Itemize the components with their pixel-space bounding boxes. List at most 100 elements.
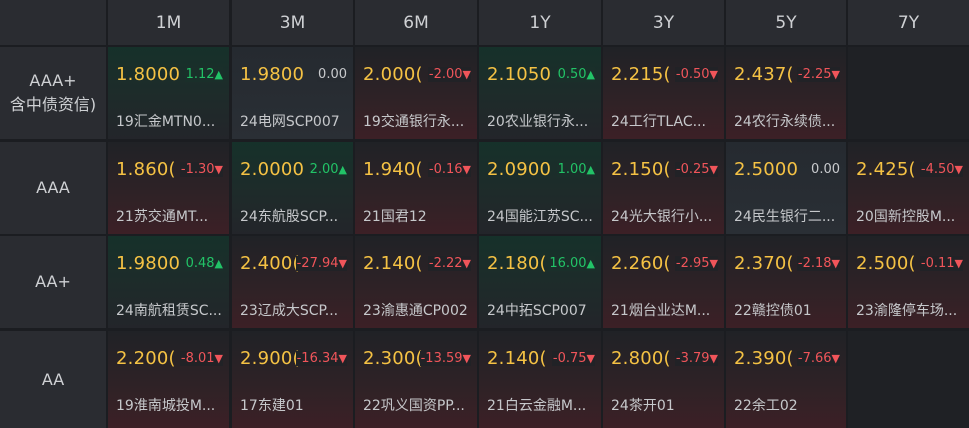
bond-name: 24电网SCP007 <box>240 114 340 130</box>
bond-name: 23渝惠通CP002 <box>363 303 468 319</box>
change-number: -13.59 <box>420 351 463 366</box>
yield-cell[interactable]: 1.9800 0.48▲ 24南航租赁SC... <box>108 236 229 328</box>
change-value: -4.50▼ <box>919 162 963 177</box>
arrow-down-icon: ▼ <box>709 68 718 81</box>
yield-cell[interactable]: 2.0000 2.00▲ 24东航股SCP... <box>232 142 353 234</box>
change-value: -2.18▼ <box>796 256 840 271</box>
yield-cell[interactable]: 2.150(-0.25▼ 24光大银行小... <box>603 142 724 234</box>
yield-value: 1.8000 <box>116 64 181 85</box>
yield-value: 2.800( <box>611 348 671 369</box>
column-header-1m[interactable]: 1M <box>108 0 229 45</box>
yield-cell[interactable]: 2.425(-4.50▼ 20国新控股M... <box>848 142 969 234</box>
yield-cell[interactable]: 2.437(-2.25▼ 24农行永续债... <box>726 47 846 139</box>
row-label: AAA+ 含中债资信) <box>0 47 106 139</box>
change-value: 0.00 <box>317 67 347 82</box>
change-number: -0.50 <box>675 67 710 82</box>
bond-name: 22巩义国资PP... <box>363 398 465 414</box>
change-value: 0.48▲ <box>184 256 223 271</box>
arrow-down-icon: ▼ <box>709 257 718 270</box>
change-number: 2.00 <box>309 162 339 177</box>
yield-value: 2.000( <box>363 64 423 85</box>
yield-value: 2.300( <box>363 348 423 369</box>
yield-cell[interactable]: 2.300(-13.59▼ 22巩义国资PP... <box>355 331 477 428</box>
change-value: -13.59▼ <box>419 351 471 366</box>
yield-cell[interactable]: 1.8000 1.12▲ 19汇金MTN0... <box>108 47 229 139</box>
change-value: -27.94▼ <box>295 256 347 271</box>
change-value: -7.66▼ <box>796 351 840 366</box>
bond-name: 21烟台业达M... <box>611 303 711 319</box>
change-number: -2.95 <box>675 256 710 271</box>
column-header-3y[interactable]: 3Y <box>603 0 724 45</box>
bond-name: 17东建01 <box>240 398 304 414</box>
column-header-7y[interactable]: 7Y <box>848 0 969 45</box>
arrow-up-icon: ▲ <box>586 68 595 81</box>
change-number: 16.00 <box>549 256 587 271</box>
yield-cell[interactable]: 2.260( -2.95▼ 21烟台业达M... <box>603 236 724 328</box>
change-value: -0.11▼ <box>919 256 963 271</box>
yield-cell[interactable]: 2.370(-2.18▼ 22赣控债01 <box>726 236 846 328</box>
yield-cell[interactable]: 2.215(-0.50▼ 24工行TLAC... <box>603 47 724 139</box>
yield-value: 2.0000 <box>240 159 305 180</box>
arrow-down-icon: ▼ <box>954 163 963 176</box>
change-number: -1.30 <box>180 162 215 177</box>
bond-name: 24工行TLAC... <box>611 114 706 130</box>
column-header-6m[interactable]: 6M <box>355 0 477 45</box>
arrow-up-icon: ▲ <box>214 68 223 81</box>
yield-cell[interactable]: 2.900(-16.34▼ 17东建01 <box>232 331 353 428</box>
yield-value: 2.500( <box>856 253 916 274</box>
yield-cell[interactable]: 1.860(-1.30▼ 21苏交通MT... <box>108 142 229 234</box>
arrow-down-icon: ▼ <box>338 257 347 270</box>
arrow-down-icon: ▼ <box>462 257 471 270</box>
bond-name: 24中拓SCP007 <box>487 303 587 319</box>
arrow-down-icon: ▼ <box>831 68 840 81</box>
yield-cell[interactable]: 2.180(16.00▲ 24中拓SCP007 <box>479 236 601 328</box>
column-header-3m[interactable]: 3M <box>232 0 353 45</box>
yield-value: 2.400( <box>240 253 300 274</box>
bond-name: 20国新控股M... <box>856 209 956 225</box>
grid-corner <box>0 0 106 45</box>
yield-cell[interactable]: 2.500(-0.11▼ 23渝隆停车场... <box>848 236 969 328</box>
row-label-text: AA <box>41 369 65 389</box>
arrow-down-icon: ▼ <box>831 257 840 270</box>
yield-cell[interactable]: 2.140(-2.22▼ 23渝惠通CP002 <box>355 236 477 328</box>
yield-cell[interactable]: 1.9800 0.00 24电网SCP007 <box>232 47 353 139</box>
change-value: -3.79▼ <box>674 351 718 366</box>
column-header-5y[interactable]: 5Y <box>726 0 846 45</box>
bond-name: 22赣控债01 <box>734 303 812 319</box>
yield-cell[interactable]: 2.400(-27.94▼ 23辽成大SCP... <box>232 236 353 328</box>
yield-cell[interactable]: 2.140(-0.75▼ 21白云金融M... <box>479 331 601 428</box>
yield-cell[interactable]: 2.5000 0.00 24民生银行二... <box>726 142 846 234</box>
arrow-down-icon: ▼ <box>586 352 595 365</box>
change-number: 0.00 <box>811 162 840 177</box>
arrow-down-icon: ▼ <box>462 352 471 365</box>
bond-name: 19交通银行永... <box>363 114 465 130</box>
arrow-down-icon: ▼ <box>338 352 347 365</box>
bond-name: 22余工02 <box>734 398 798 414</box>
yield-value: 2.140( <box>487 348 547 369</box>
yield-cell[interactable]: 2.390(-7.66▼ 22余工02 <box>726 331 846 428</box>
row-label: AAA <box>0 142 106 234</box>
row-label-text: 含中债资信) <box>9 95 97 114</box>
arrow-up-icon: ▲ <box>214 257 223 270</box>
change-value: -8.01▼ <box>179 351 223 366</box>
change-number: 1.00 <box>557 162 587 177</box>
yield-cell[interactable]: 2.800(-3.79▼ 24茶开01 <box>603 331 724 428</box>
change-value: 2.00▲ <box>308 162 347 177</box>
change-value: -2.25▼ <box>796 67 840 82</box>
bond-name: 20农业银行永... <box>487 114 589 130</box>
bond-name: 23渝隆停车场... <box>856 303 958 319</box>
column-header-1y[interactable]: 1Y <box>479 0 601 45</box>
yield-cell[interactable]: 1.940(-0.16▼ 21国君12 <box>355 142 477 234</box>
bond-name: 19汇金MTN0... <box>116 114 216 130</box>
change-value: 1.12▲ <box>184 67 223 82</box>
change-number: -2.25 <box>797 67 832 82</box>
yield-cell[interactable]: 2.200(-8.01▼ 19淮南城投M... <box>108 331 229 428</box>
yield-cell[interactable]: 2.0900 1.00▲ 24国能江苏SC... <box>479 142 601 234</box>
yield-cell[interactable]: 2.000(-2.00▼ 19交通银行永... <box>355 47 477 139</box>
change-number: -27.94 <box>296 256 339 271</box>
row-label-text: AAA <box>36 178 70 197</box>
yield-value: 2.260( <box>611 253 671 274</box>
change-number: 0.00 <box>318 67 347 82</box>
yield-cell[interactable]: 2.1050 0.50▲ 20农业银行永... <box>479 47 601 139</box>
change-number: 0.50 <box>557 67 587 82</box>
